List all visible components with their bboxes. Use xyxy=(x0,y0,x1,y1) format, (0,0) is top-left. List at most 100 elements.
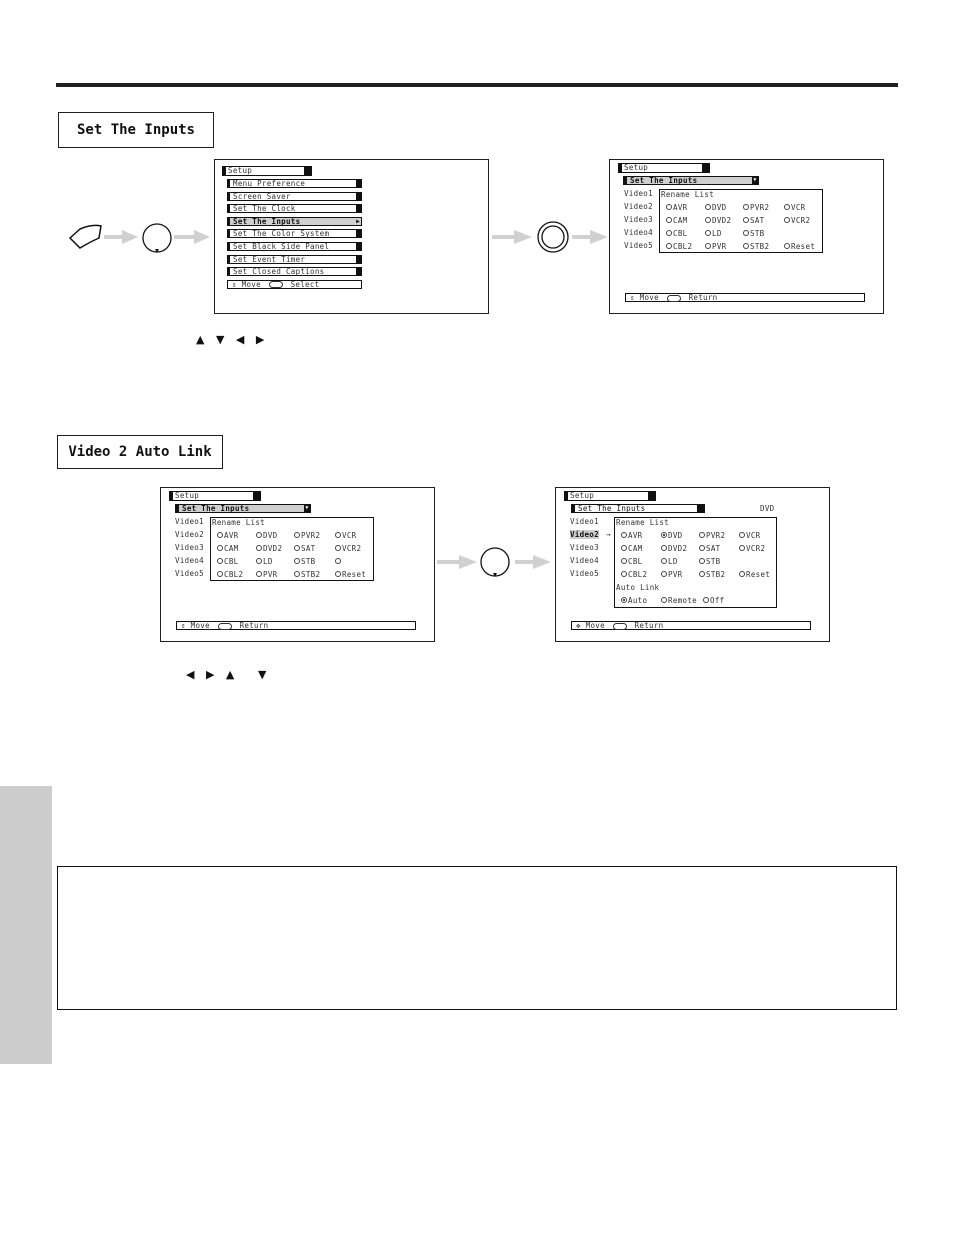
rename-option-dvd[interactable]: DVD xyxy=(705,203,726,212)
rename-option-stb2[interactable]: STB2 xyxy=(743,242,769,251)
rename-option-stb[interactable]: STB xyxy=(743,229,764,238)
rename-option-avr[interactable]: AVR xyxy=(217,531,238,540)
rename-option-sat[interactable]: SAT xyxy=(699,544,720,553)
video-item[interactable]: Video1 xyxy=(570,517,599,526)
radio-icon xyxy=(621,558,627,564)
video-item[interactable]: Video1 xyxy=(175,517,204,526)
rename-option-vcr2[interactable]: VCR2 xyxy=(784,216,810,225)
rename-option-pvr[interactable]: PVR xyxy=(256,570,277,579)
radio-icon xyxy=(294,558,300,564)
rename-option-vcr2[interactable]: VCR2 xyxy=(739,544,765,553)
video-item[interactable]: Video4 xyxy=(175,556,204,565)
menu-item-set-event-timer[interactable]: Set Event Timer xyxy=(227,254,362,264)
rename-option-pvr[interactable]: PVR xyxy=(661,570,682,579)
rename-option-cbl2[interactable]: CBL2 xyxy=(666,242,692,251)
rename-option-cbl[interactable]: CBL xyxy=(217,557,238,566)
menu-item-set-the-inputs[interactable]: Set The Inputs ▶ xyxy=(227,216,362,226)
rename-option-pvr2[interactable]: PVR2 xyxy=(743,203,769,212)
status-bar: ✥ Move Return xyxy=(571,621,811,630)
radio-icon xyxy=(256,545,262,551)
rename-list-label: Rename List xyxy=(661,190,714,199)
rename-option-vcr[interactable]: VCR xyxy=(784,203,805,212)
rename-option-ld[interactable]: LD xyxy=(256,557,273,566)
submenu-header[interactable]: Set The Inputs xyxy=(571,504,705,513)
rename-option-cam[interactable]: CAM xyxy=(217,544,238,553)
rename-option-vcr[interactable]: VCR xyxy=(739,531,760,540)
video-item[interactable]: Video2 xyxy=(175,530,204,539)
rename-option-dvd[interactable]: DVD xyxy=(661,531,682,540)
radio-icon xyxy=(217,558,223,564)
menu-item-set-closed-captions[interactable]: Set Closed Captions xyxy=(227,267,362,277)
flow-auto-link-icons xyxy=(437,547,551,577)
submenu-header[interactable]: Set The Inputs ▼ xyxy=(175,504,311,513)
section-title-text: Set The Inputs xyxy=(76,122,195,138)
rename-option-dvd2[interactable]: DVD2 xyxy=(661,544,687,553)
select-button-icon xyxy=(612,622,627,630)
rename-option-dvd2[interactable]: DVD2 xyxy=(705,216,731,225)
menu-item-set-color-system[interactable]: Set The Color System xyxy=(227,229,362,239)
rename-option-stb2[interactable]: STB2 xyxy=(294,570,320,579)
menu-item-set-black-side-panel[interactable]: Set Black Side Panel xyxy=(227,241,362,251)
rename-option-avr[interactable]: AVR xyxy=(666,203,687,212)
menu-item-menu-preference[interactable]: Menu Preference xyxy=(227,179,362,188)
auto-link-option-remote[interactable]: Remote xyxy=(661,596,697,605)
radio-icon xyxy=(703,597,709,603)
video-item[interactable]: Video1 xyxy=(624,189,653,198)
rename-option-cam[interactable]: CAM xyxy=(621,544,642,553)
rename-option-dvd2[interactable]: DVD2 xyxy=(256,544,282,553)
submenu-header[interactable]: Set The Inputs ▼ xyxy=(623,176,759,185)
rename-option-cbl2[interactable]: CBL2 xyxy=(621,570,647,579)
auto-link-option-auto[interactable]: Auto xyxy=(621,596,647,605)
radio-icon xyxy=(621,597,627,603)
video-item-selected[interactable]: Video2 xyxy=(570,530,599,539)
video-item[interactable]: Video5 xyxy=(624,241,653,250)
radio-icon xyxy=(335,571,341,577)
rename-option-ld[interactable]: LD xyxy=(661,557,678,566)
rename-option-empty[interactable] xyxy=(335,557,342,566)
radio-icon xyxy=(739,532,745,538)
rename-option-reset[interactable]: Reset xyxy=(739,570,770,579)
rename-option-pvr2[interactable]: PVR2 xyxy=(294,531,320,540)
video-item[interactable]: Video3 xyxy=(624,215,653,224)
setup-header: Setup xyxy=(618,163,710,173)
auto-link-option-off[interactable]: Off xyxy=(703,596,724,605)
rename-option-cbl[interactable]: CBL xyxy=(666,229,687,238)
rename-option-cbl2[interactable]: CBL2 xyxy=(217,570,243,579)
rename-option-sat[interactable]: SAT xyxy=(294,544,315,553)
rename-option-dvd[interactable]: DVD xyxy=(256,531,277,540)
up-down-icon: ⇕ xyxy=(181,621,186,630)
radio-icon xyxy=(784,204,790,210)
video-item[interactable]: Video5 xyxy=(570,569,599,578)
video-item[interactable]: Video2 xyxy=(624,202,653,211)
rename-option-reset[interactable]: Reset xyxy=(784,242,815,251)
select-button-icon xyxy=(268,281,283,289)
side-tab xyxy=(0,786,52,1064)
select-dial-icon xyxy=(480,547,510,577)
rename-option-ld[interactable]: LD xyxy=(705,229,722,238)
video-item[interactable]: Video4 xyxy=(624,228,653,237)
video-item[interactable]: Video3 xyxy=(175,543,204,552)
rename-option-stb[interactable]: STB xyxy=(294,557,315,566)
radio-icon xyxy=(294,532,300,538)
rename-option-vcr2[interactable]: VCR2 xyxy=(335,544,361,553)
rename-option-vcr[interactable]: VCR xyxy=(335,531,356,540)
radio-icon xyxy=(661,545,667,551)
rename-option-avr[interactable]: AVR xyxy=(621,531,642,540)
rename-list-box: Rename List Auto Link Auto Remote Off AV… xyxy=(614,517,777,608)
rename-option-stb[interactable]: STB xyxy=(699,557,720,566)
rename-option-cam[interactable]: CAM xyxy=(666,216,687,225)
flow-arrow-icon xyxy=(437,555,477,569)
rename-option-stb2[interactable]: STB2 xyxy=(699,570,725,579)
rename-option-sat[interactable]: SAT xyxy=(743,216,764,225)
menu-item-set-the-clock[interactable]: Set The Clock xyxy=(227,204,362,214)
flow-arrow-icon xyxy=(174,230,210,244)
menu-item-screen-saver[interactable]: Screen Saver xyxy=(227,191,362,201)
video-item[interactable]: Video4 xyxy=(570,556,599,565)
rename-option-cbl[interactable]: CBL xyxy=(621,557,642,566)
video-item[interactable]: Video3 xyxy=(570,543,599,552)
rename-option-pvr2[interactable]: PVR2 xyxy=(699,531,725,540)
rename-option-reset[interactable]: Reset xyxy=(335,570,366,579)
rename-option-pvr[interactable]: PVR xyxy=(705,242,726,251)
video-item[interactable]: Video5 xyxy=(175,569,204,578)
rename-list-label: Rename List xyxy=(212,518,265,527)
